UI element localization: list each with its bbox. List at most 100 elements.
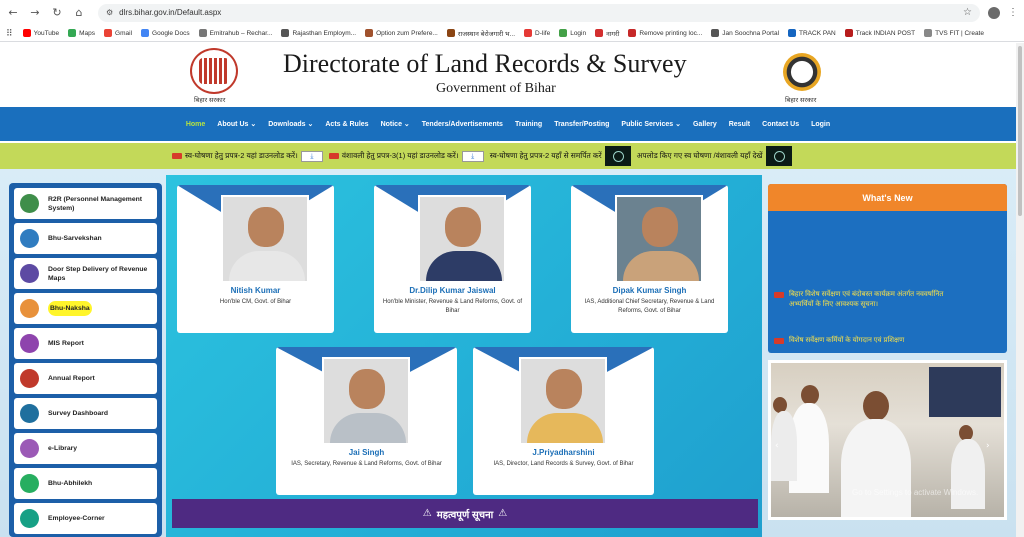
whats-new-item[interactable]: विशेष सर्वेक्षण कर्मियों के योगदान एवं प… [774,336,959,346]
whats-new-item[interactable]: बिहार विशेष सर्वेक्षण एवं बंदोबस्त कार्य… [774,290,959,310]
windows-watermark: Go to Settings to activate Windows. [852,488,979,497]
sidebar-item-bhu-sarvekshan[interactable]: Bhu-Sarvekshan [14,223,157,254]
nav-home[interactable]: Home [186,121,205,128]
bookmark-favicon-icon [104,29,113,37]
bookmark-item[interactable]: Rajasthan Employm... [281,29,356,38]
main-navigation: Home About Us ⌄ Downloads ⌄ Acts & Rules… [0,107,1016,141]
official-photo [322,357,410,445]
important-notice-header[interactable]: ⚠ महत्वपूर्ण सूचना ⚠ [172,499,758,528]
ticker-item[interactable]: वंशावली हेतु प्रपत्र-3(1) यहां डाउनलोड क… [328,150,484,162]
reload-icon[interactable]: ↻ [50,6,64,20]
sidebar-item-bhu-abhilekh[interactable]: Bhu-Abhilekh [14,468,157,499]
nav-downloads[interactable]: Downloads ⌄ [268,120,313,128]
apps-grid-icon[interactable]: ⠿ [6,28,13,39]
nav-training[interactable]: Training [515,121,542,128]
bookmark-favicon-icon [924,29,933,37]
nav-gallery[interactable]: Gallery [693,121,717,128]
sidebar-item-label: R2R (Personnel Management System) [48,195,143,212]
bookmark-label: Remove printing loc... [639,29,703,37]
bookmark-item[interactable]: Gmail [104,29,132,38]
bookmark-item[interactable]: Google Docs [141,29,190,38]
nav-public-services[interactable]: Public Services ⌄ [621,120,681,128]
bookmark-item[interactable]: राजस्थान बेरोजगारी भ... [446,29,515,38]
official-card: Dipak Kumar Singh IAS, Additional Chief … [571,185,728,333]
sidebar-item-mis-report[interactable]: MIS Report [14,328,157,359]
bookmark-item[interactable]: Jan Soochna Portal [711,29,779,38]
download-icon[interactable]: ⤓ [300,150,323,162]
survey-emblem-logo [783,53,821,91]
nav-transfer-posting[interactable]: Transfer/Posting [554,121,609,128]
service-icon [20,299,39,318]
site-info-icon[interactable]: ⚙ [106,8,113,17]
upload-link-icon[interactable] [604,146,631,166]
bookmark-item[interactable]: Login [559,29,586,38]
nav-tenders[interactable]: Tenders/Advertisements [422,121,503,128]
bookmark-item[interactable]: Emitrahub – Rechar... [198,29,273,38]
nav-login[interactable]: Login [811,121,830,128]
whats-new-panel: What's New बिहार विशेष सर्वेक्षण एवं बंद… [768,184,1007,353]
bookmark-label: Emitrahub – Rechar... [209,29,273,37]
official-name: Jai Singh [348,448,385,457]
bookmark-label: Maps [79,29,96,37]
site-header: बिहार सरकार Directorate of Land Records … [0,43,1016,107]
url-text: dlrs.bihar.gov.in/Default.aspx [119,8,222,17]
address-bar[interactable]: ⚙ dlrs.bihar.gov.in/Default.aspx ☆ [98,3,980,22]
bookmark-favicon-icon [446,29,455,37]
official-photo [221,195,309,283]
sidebar-item-r2r-personnel-management-system[interactable]: R2R (Personnel Management System) [14,188,157,219]
bookmark-item[interactable]: TRACK PAN [788,29,836,38]
bookmark-favicon-icon [365,29,374,37]
sidebar-item-annual-report[interactable]: Annual Report [14,363,157,394]
sidebar-item-e-library[interactable]: e-Library [14,433,157,464]
sidebar-item-bhu-naksha[interactable]: Bhu-Naksha [14,293,157,324]
bookmark-favicon-icon [68,29,77,37]
bookmark-label: Track INDIAN POST [855,29,916,37]
service-icon [20,334,39,353]
bookmark-label: TRACK PAN [799,29,836,37]
bookmark-item[interactable]: नागरी [595,29,619,38]
bookmark-item[interactable]: Track INDIAN POST [844,29,916,38]
bookmark-item[interactable]: Option zum Prefere... [365,29,438,38]
nav-result[interactable]: Result [729,121,750,128]
nav-about-us[interactable]: About Us ⌄ [217,120,256,128]
view-link-icon[interactable] [765,146,792,166]
bookmark-item[interactable]: Maps [68,29,95,38]
menu-kebab-icon[interactable]: ⋮ [1008,7,1018,18]
official-card: Jai Singh IAS, Secretary, Revenue & Land… [276,347,457,495]
forward-icon[interactable]: → [28,6,42,20]
bookmark-label: Gmail [115,29,133,37]
scrollbar-thumb[interactable] [1018,46,1022,216]
bookmark-label: Jan Soochna Portal [722,29,780,37]
bookmarks-bar: ⠿ YouTube Maps Gmail Google Docs Emitrahub –… [0,25,1024,42]
sidebar-item-employee-corner[interactable]: Employee-Corner [14,503,157,534]
news-ticker: स्व-घोषणा हेतु प्रपत्र-2 यहां डाउनलोड कर… [0,143,1016,169]
ticker-item[interactable]: स्व-घोषणा हेतु प्रपत्र-2 यहां डाउनलोड कर… [172,150,323,162]
service-icon [20,369,39,388]
bookmark-item[interactable]: YouTube [22,29,59,38]
sidebar-item-door-step-delivery-of-revenue-maps[interactable]: Door Step Delivery of Revenue Maps [14,258,157,289]
services-sidebar: R2R (Personnel Management System) Bhu-Sar… [9,183,162,537]
bookmark-label: Option zum Prefere... [376,29,438,37]
profile-avatar[interactable] [988,6,1000,19]
nav-notice[interactable]: Notice ⌄ [381,120,410,128]
download-icon[interactable]: ⤓ [461,150,484,162]
sidebar-item-survey-dashboard[interactable]: Survey Dashboard [14,398,157,429]
sidebar-item-label: Bhu-Naksha [48,301,92,316]
home-icon[interactable]: ⌂ [72,6,86,20]
nav-acts-rules[interactable]: Acts & Rules [325,121,368,128]
page-title: Directorate of Land Records & Survey [283,49,687,78]
nav-contact-us[interactable]: Contact Us [762,121,799,128]
bookmark-item[interactable]: TVS FIT | Create [924,29,984,38]
new-badge-icon [328,153,339,159]
bookmark-item[interactable]: D-life [524,29,550,38]
prev-slide-icon[interactable]: ‹ [775,441,785,451]
bookmark-item[interactable]: Remove printing loc... [628,29,702,38]
next-slide-icon[interactable]: › [986,441,996,451]
bookmark-favicon-icon [595,29,604,37]
bookmark-star-icon[interactable]: ☆ [963,7,972,18]
official-name: J.Priyadharshini [532,448,595,457]
new-badge-icon [172,153,182,159]
ticker-item[interactable]: स्व-घोषणा हेतु प्रपत्र-2 यहाँ से समर्पित… [490,146,631,166]
ticker-item[interactable]: अपलोड किए गए स्व घोषणा /वंशावली यहाँ देख… [637,146,792,166]
back-icon[interactable]: ← [6,6,20,20]
